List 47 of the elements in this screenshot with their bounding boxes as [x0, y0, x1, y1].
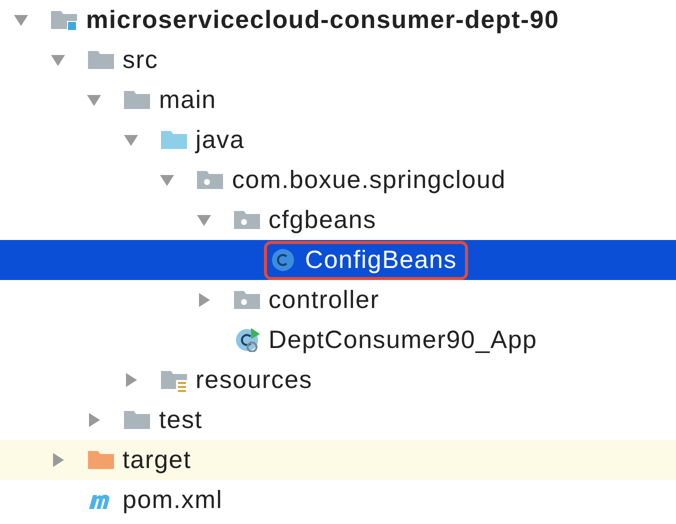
folder-icon	[86, 48, 114, 72]
collapse-arrow-icon[interactable]	[160, 173, 174, 187]
tree-row[interactable]: ConfigBeans	[0, 240, 676, 280]
tree-row[interactable]: java	[0, 120, 676, 160]
expand-arrow-icon[interactable]	[124, 373, 138, 387]
tree-label: ConfigBeans	[305, 246, 457, 274]
resources-folder-icon	[160, 368, 188, 392]
tree-row[interactable]: main	[0, 80, 676, 120]
tree-row[interactable]: cfgbeans	[0, 200, 676, 240]
tree-label: test	[159, 406, 202, 434]
collapse-arrow-icon[interactable]	[124, 133, 138, 147]
folder-icon	[123, 408, 151, 432]
tree-row[interactable]: test	[0, 400, 676, 440]
package-icon	[232, 208, 260, 232]
tree-label: java	[196, 126, 245, 154]
tree-row[interactable]: microservicecloud-consumer-dept-90	[0, 0, 676, 40]
collapse-arrow-icon[interactable]	[196, 213, 210, 227]
module-folder-icon	[50, 8, 78, 32]
tree-label: resources	[196, 366, 312, 394]
folder-icon	[123, 88, 151, 112]
collapse-arrow-icon[interactable]	[50, 53, 64, 67]
tree-label: main	[159, 86, 216, 114]
tree-label: microservicecloud-consumer-dept-90	[86, 6, 560, 34]
expand-arrow-icon[interactable]	[50, 453, 64, 467]
tree-label: DeptConsumer90_App	[268, 326, 538, 354]
tree-row[interactable]: resources	[0, 360, 676, 400]
tree-label: cfgbeans	[268, 206, 376, 234]
source-folder-icon	[160, 128, 188, 152]
tree-label: controller	[268, 286, 380, 314]
folder-icon	[86, 448, 114, 472]
package-icon	[196, 168, 224, 192]
tree-label: target	[122, 446, 192, 474]
class-icon	[269, 248, 297, 272]
collapse-arrow-icon[interactable]	[87, 93, 101, 107]
tree-row[interactable]: DeptConsumer90_App	[0, 320, 676, 360]
expand-arrow-icon[interactable]	[196, 293, 210, 307]
tree-row[interactable]: com.boxue.springcloud	[0, 160, 676, 200]
tree-label: src	[122, 46, 158, 74]
tree-row[interactable]: controller	[0, 280, 676, 320]
package-icon	[232, 288, 260, 312]
tree-label: pom.xml	[122, 486, 223, 514]
expand-arrow-icon[interactable]	[87, 413, 101, 427]
tree-row[interactable]: pom.xml	[0, 480, 676, 520]
tree-label: com.boxue.springcloud	[232, 166, 506, 194]
collapse-arrow-icon[interactable]	[14, 13, 28, 27]
tree-row[interactable]: target	[0, 440, 676, 480]
tree-row[interactable]: src	[0, 40, 676, 80]
